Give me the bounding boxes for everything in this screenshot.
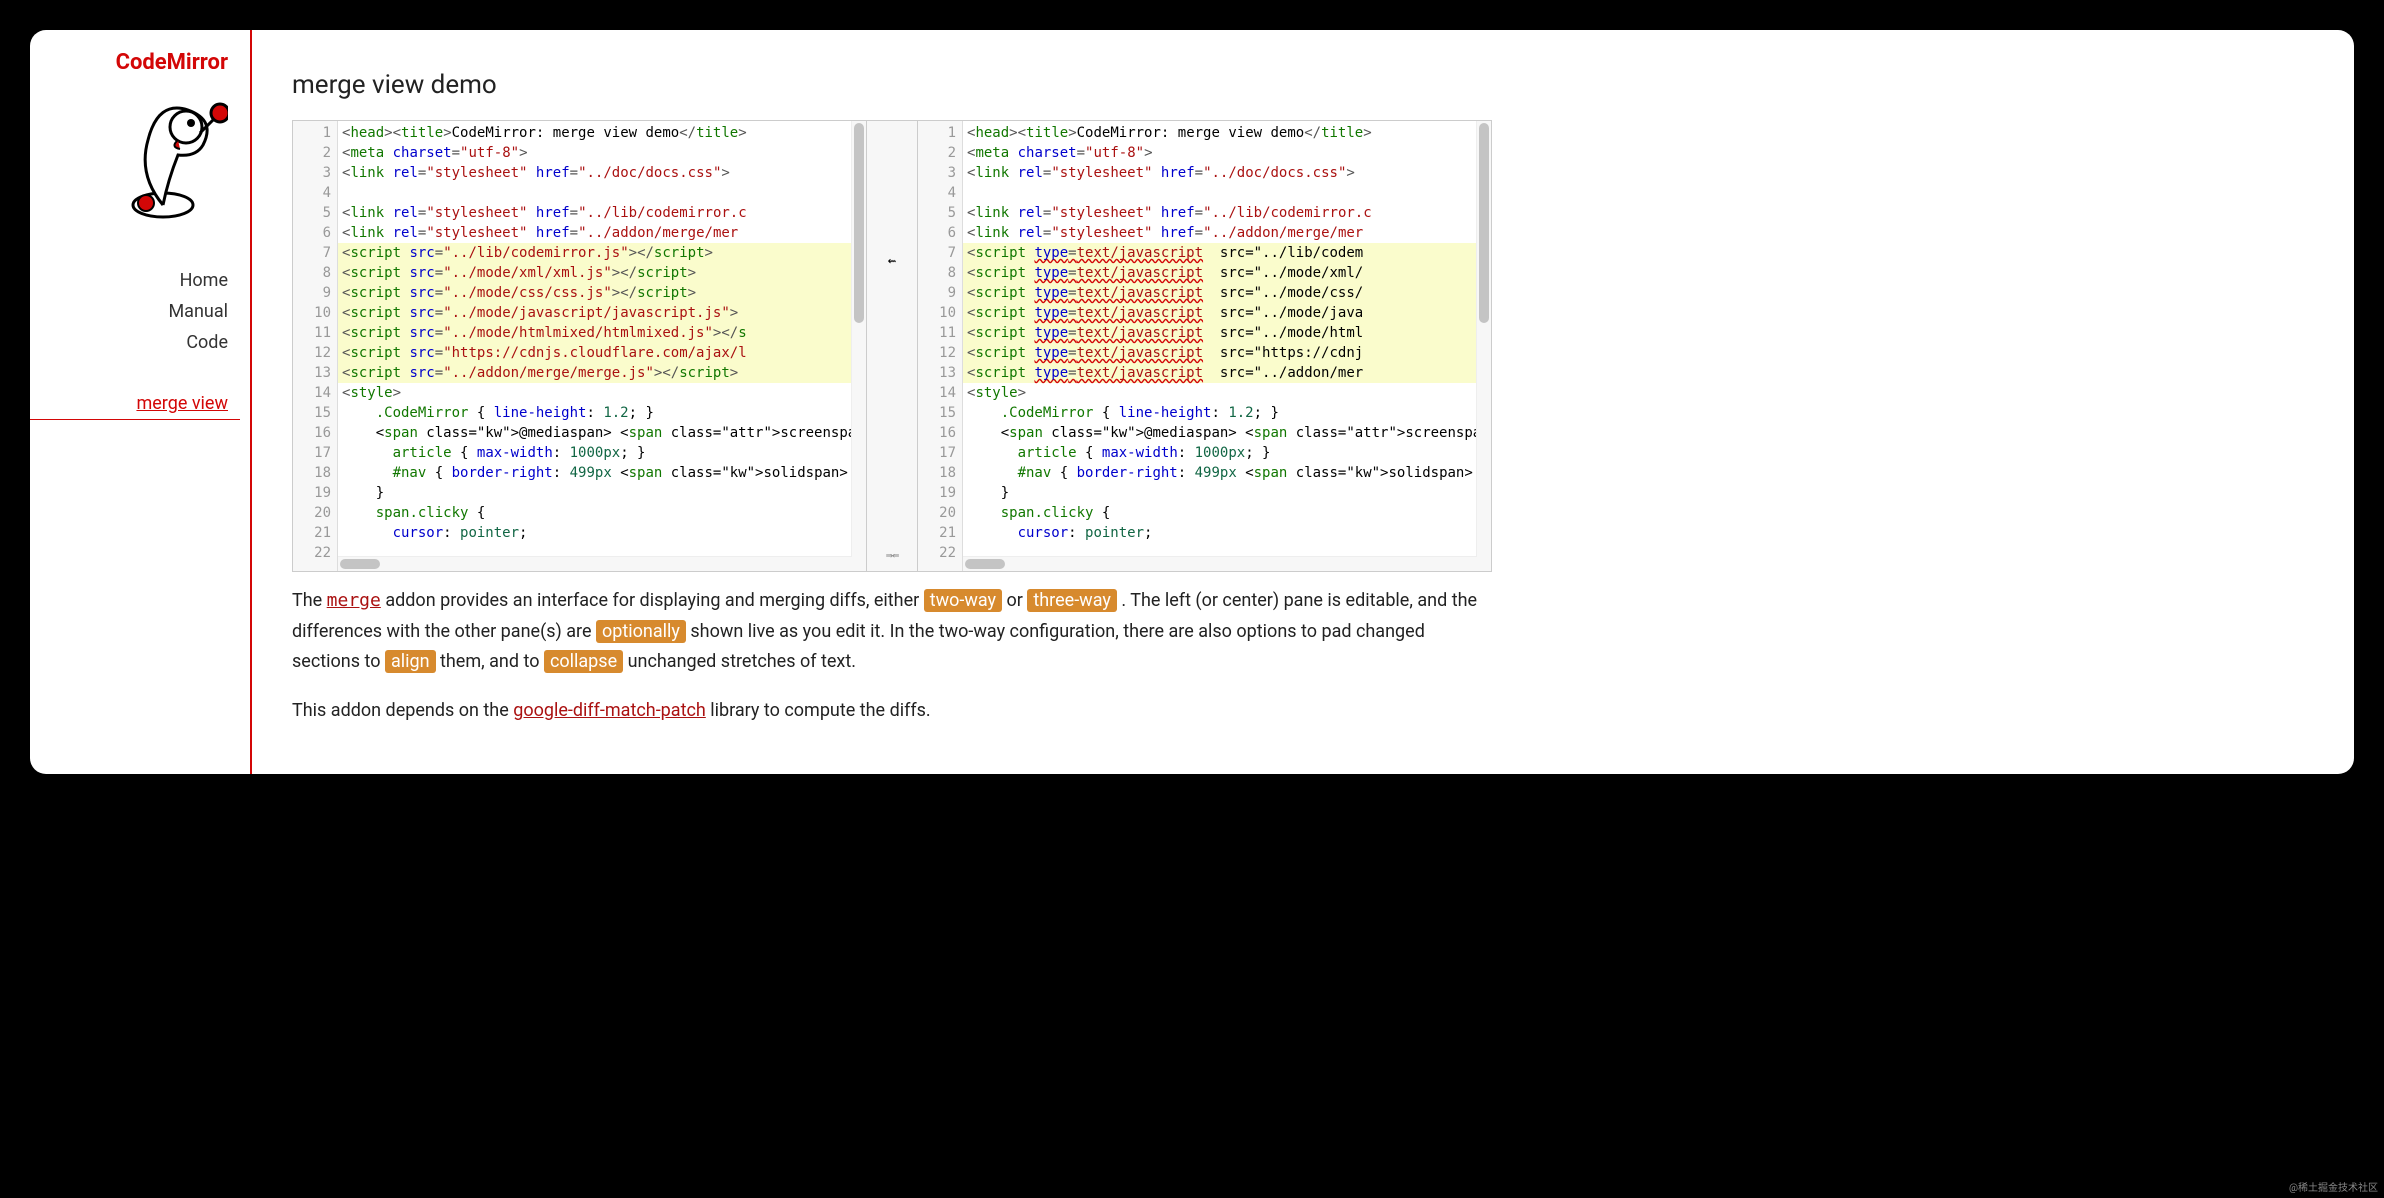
code-line[interactable]: cursor: pointer; — [338, 523, 866, 543]
code-line[interactable]: <head><title>CodeMirror: merge view demo… — [338, 123, 866, 143]
code-line[interactable]: <script type=text/javascript src="../add… — [963, 363, 1491, 383]
nav-list: Home Manual Code merge view — [30, 265, 240, 420]
nav-item-manual[interactable]: Manual — [30, 296, 240, 327]
code-line[interactable]: <script type=text/javascript src="../mod… — [963, 303, 1491, 323]
scrollbar-thumb[interactable] — [854, 123, 864, 323]
nav-spacer — [30, 358, 240, 388]
code-right[interactable]: <head><title>CodeMirror: merge view demo… — [963, 121, 1491, 571]
sidebar: CodeMirror Home Manual Code merge view — [30, 30, 252, 774]
gutter-left: 12345678910111213141516171819202122 — [293, 121, 338, 571]
app-window: CodeMirror Home Manual Code merge view m… — [30, 30, 2354, 774]
merge-arrow-icon[interactable]: ⇜ — [867, 251, 917, 271]
code-line[interactable]: <link rel="stylesheet" href="../doc/docs… — [338, 163, 866, 183]
code-line[interactable]: <link rel="stylesheet" href="../addon/me… — [338, 223, 866, 243]
code-line[interactable]: article { max-width: 1000px; } — [963, 443, 1491, 463]
code-line[interactable]: <link rel="stylesheet" href="../lib/code… — [338, 203, 866, 223]
logo-icon — [30, 85, 240, 225]
code-line[interactable]: <script src="../mode/xml/xml.js"></scrip… — [338, 263, 866, 283]
text: unchanged stretches of text. — [628, 651, 856, 672]
merge-collapse-icon[interactable]: ⇛⇚ — [867, 545, 917, 565]
description-1: The merge addon provides an interface fo… — [292, 586, 1492, 678]
scrollbar-horizontal[interactable] — [963, 556, 1477, 571]
code-line[interactable]: <style> — [963, 383, 1491, 403]
gutter-right: 12345678910111213141516171819202122 — [918, 121, 963, 571]
code-line[interactable]: <script src="../mode/javascript/javascri… — [338, 303, 866, 323]
code-line[interactable]: <script src="../mode/css/css.js"></scrip… — [338, 283, 866, 303]
code-line[interactable]: cursor: pointer; — [963, 523, 1491, 543]
nav-item-current[interactable]: merge view — [30, 388, 240, 420]
code-line[interactable]: .CodeMirror { line-height: 1.2; } — [963, 403, 1491, 423]
watermark: @稀土掘金技术社区 — [2289, 1179, 2378, 1194]
merge-addon-link[interactable]: merge — [327, 590, 381, 611]
collapse-toggle[interactable]: collapse — [544, 650, 623, 673]
code-line[interactable]: } — [338, 483, 866, 503]
scrollbar-vertical[interactable] — [1476, 121, 1491, 571]
code-line[interactable]: <link rel="stylesheet" href="../lib/code… — [963, 203, 1491, 223]
code-line[interactable]: <head><title>CodeMirror: merge view demo… — [963, 123, 1491, 143]
text: This addon depends on the — [292, 700, 513, 721]
code-line[interactable]: <script src="../addon/merge/merge.js"></… — [338, 363, 866, 383]
code-line[interactable]: <script src="../lib/codemirror.js"></scr… — [338, 243, 866, 263]
text: or — [1007, 590, 1028, 611]
code-line[interactable]: <span class="kw">@mediaspan> <span class… — [963, 423, 1491, 443]
code-line[interactable]: <meta charset="utf-8"> — [963, 143, 1491, 163]
code-left[interactable]: <head><title>CodeMirror: merge view demo… — [338, 121, 866, 571]
code-line[interactable]: <span class="kw">@mediaspan> <span class… — [338, 423, 866, 443]
code-line[interactable]: <script type=text/javascript src="../mod… — [963, 323, 1491, 343]
merge-view[interactable]: 12345678910111213141516171819202122 <hea… — [292, 120, 1492, 572]
code-line[interactable]: span.clicky { — [338, 503, 866, 523]
code-line[interactable]: <script type=text/javascript src="https:… — [963, 343, 1491, 363]
code-line[interactable] — [963, 183, 1491, 203]
code-line[interactable]: <script type=text/javascript src="../mod… — [963, 283, 1491, 303]
code-line[interactable] — [338, 183, 866, 203]
code-line[interactable]: article { max-width: 1000px; } — [338, 443, 866, 463]
code-line[interactable]: <script type=text/javascript src="../mod… — [963, 263, 1491, 283]
align-toggle[interactable]: align — [385, 650, 436, 673]
merge-pane-left[interactable]: 12345678910111213141516171819202122 <hea… — [293, 121, 866, 571]
scrollbar-vertical[interactable] — [851, 121, 866, 571]
nav-item-home[interactable]: Home — [30, 265, 240, 296]
code-line[interactable]: span.clicky { — [963, 503, 1491, 523]
code-line[interactable]: #nav { border-right: 499px <span class="… — [338, 463, 866, 483]
scrollbar-horizontal[interactable] — [338, 556, 852, 571]
nav-item-code[interactable]: Code — [30, 327, 240, 358]
merge-pane-right[interactable]: 12345678910111213141516171819202122 <hea… — [918, 121, 1491, 571]
site-brand[interactable]: CodeMirror — [30, 50, 240, 75]
code-line[interactable]: #nav { border-right: 499px <span class="… — [963, 463, 1491, 483]
code-line[interactable]: <script type=text/javascript src="../lib… — [963, 243, 1491, 263]
page-title: merge view demo — [292, 70, 1492, 100]
code-line[interactable]: } — [963, 483, 1491, 503]
text: library to compute the diffs. — [710, 700, 930, 721]
description-2: This addon depends on the google-diff-ma… — [292, 696, 1492, 727]
merge-gap: ⇜ ⇛⇚ — [866, 121, 918, 571]
code-line[interactable]: <meta charset="utf-8"> — [338, 143, 866, 163]
scrollbar-thumb[interactable] — [965, 559, 1005, 569]
code-line[interactable]: <link rel="stylesheet" href="../doc/docs… — [963, 163, 1491, 183]
text: them, and to — [440, 651, 544, 672]
main-content: merge view demo 123456789101112131415161… — [252, 30, 1532, 774]
scrollbar-thumb[interactable] — [1479, 123, 1489, 323]
scrollbar-thumb[interactable] — [340, 559, 380, 569]
twoway-toggle[interactable]: two-way — [924, 589, 1002, 612]
text: addon provides an interface for displayi… — [385, 590, 923, 611]
text: The — [292, 590, 327, 611]
code-line[interactable]: <script src="https://cdnjs.cloudflare.co… — [338, 343, 866, 363]
threeway-toggle[interactable]: three-way — [1027, 589, 1117, 612]
diff-lib-link[interactable]: google-diff-match-patch — [513, 700, 706, 721]
optionally-toggle[interactable]: optionally — [596, 620, 686, 643]
code-line[interactable]: <style> — [338, 383, 866, 403]
code-line[interactable]: <script src="../mode/htmlmixed/htmlmixed… — [338, 323, 866, 343]
code-line[interactable]: <link rel="stylesheet" href="../addon/me… — [963, 223, 1491, 243]
code-line[interactable]: .CodeMirror { line-height: 1.2; } — [338, 403, 866, 423]
